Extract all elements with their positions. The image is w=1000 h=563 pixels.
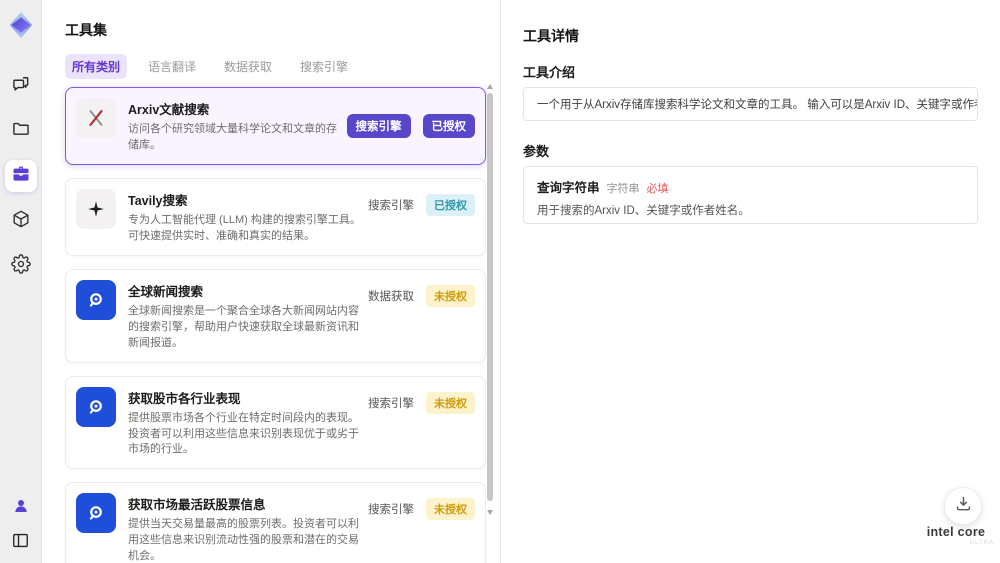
tool-card[interactable]: 全球新闻搜索 全球新闻搜索是一个聚合全球各大新闻网站内容的搜索引擎，帮助用户快速…	[65, 268, 486, 363]
intro-text: 一个用于从Arxiv存储库搜索科学论文和文章的工具。 输入可以是Arxiv ID…	[537, 99, 978, 111]
intel-core-logo: intel core	[918, 525, 994, 539]
tool-category-label: 搜索引擎	[368, 397, 414, 410]
category-tab[interactable]: 所有类别	[65, 54, 128, 79]
blue-search-icon	[76, 493, 116, 534]
tool-card-list: Arxiv文献搜索 访问各个研究领域大量科学论文和文章的存储库。 搜索引擎 已授…	[65, 87, 486, 563]
tool-status-badge: 未授权	[426, 391, 475, 414]
blue-search-icon	[76, 279, 116, 320]
tool-title: 获取股市各行业表现	[128, 391, 241, 406]
tavily-icon	[76, 188, 116, 229]
tool-card[interactable]: Arxiv文献搜索 访问各个研究领域大量科学论文和文章的存储库。 搜索引擎 已授…	[65, 87, 486, 165]
category-tab[interactable]: 搜索引擎	[293, 54, 355, 79]
category-tabs: 所有类别 语言翻译 数据获取 搜索引擎	[65, 54, 355, 79]
tool-status-badge: 未授权	[426, 284, 475, 307]
tool-title: Arxiv文献搜索	[128, 103, 210, 117]
tool-description: 访问各个研究领域大量科学论文和文章的存储库。	[128, 123, 337, 151]
arxiv-icon	[76, 98, 116, 138]
tools-panel-title: 工具集	[65, 22, 107, 38]
params-section-heading: 参数	[523, 144, 550, 159]
sidebar-item-chat[interactable]	[5, 70, 37, 102]
chat-icon	[11, 74, 31, 99]
parameter-type: 字符串	[606, 183, 640, 195]
tool-title: 全球新闻搜索	[128, 284, 204, 299]
tool-description: 全球新闻搜索是一个聚合全球各大新闻网站内容的搜索引擎，帮助用户快速获取全球最新资…	[128, 304, 359, 349]
intro-box: 一个用于从Arxiv存储库搜索科学论文和文章的工具。 输入可以是Arxiv ID…	[523, 87, 978, 121]
parameter-required-flag: 必填	[646, 183, 669, 195]
tool-description: 提供股票市场各个行业在特定时间段内的表现。投资者可以利用这些信息来识别表现优于或…	[128, 411, 359, 456]
tool-card-body: 获取市场最活跃股票信息 提供当天交易量最高的股票列表。投资者可以利用这些信息来识…	[128, 493, 362, 563]
category-tab[interactable]: 语言翻译	[141, 54, 203, 79]
tool-category-label: 搜索引擎	[346, 113, 411, 138]
folder-icon	[11, 119, 31, 144]
tool-card-body: Tavily搜索 专为人工智能代理 (LLM) 构建的搜索引擎工具。可快速提供实…	[128, 189, 362, 245]
user-avatar-icon[interactable]	[8, 493, 34, 519]
tool-title: 获取市场最活跃股票信息	[128, 498, 266, 513]
settings-icon	[10, 253, 31, 279]
tool-description: 专为人工智能代理 (LLM) 构建的搜索引擎工具。可快速提供实时、准确和真实的结…	[128, 213, 361, 242]
sidebar-item-packages[interactable]	[5, 205, 37, 237]
panel-toggle-icon[interactable]	[8, 527, 34, 553]
tool-card-meta: 搜索引擎 未授权	[368, 391, 475, 414]
tool-category-label: 数据获取	[368, 290, 414, 303]
details-panel-title: 工具详情	[523, 28, 579, 44]
download-icon	[954, 494, 973, 518]
tool-details-panel: 工具详情 工具介绍 一个用于从Arxiv存储库搜索科学论文和文章的工具。 输入可…	[501, 0, 1000, 563]
blue-search-icon	[76, 386, 116, 427]
brand-text: intel core	[926, 525, 986, 539]
brand-sub-text: ULTRA	[969, 540, 994, 546]
sidebar-item-folder[interactable]	[5, 115, 37, 147]
tools-panel: 工具集 所有类别 语言翻译 数据获取 搜索引擎 Arxiv文献搜索 访问各个研究领域大…	[43, 0, 500, 563]
tool-card-meta: 数据获取 未授权	[368, 284, 475, 307]
tool-card-body: 获取股市各行业表现 提供股票市场各个行业在特定时间段内的表现。投资者可以利用这些…	[128, 387, 362, 459]
tool-status-badge: 未授权	[426, 498, 475, 521]
tools-icon	[11, 164, 31, 189]
tool-card[interactable]: Tavily搜索 专为人工智能代理 (LLM) 构建的搜索引擎工具。可快速提供实…	[65, 177, 486, 256]
packages-icon	[11, 209, 31, 234]
tool-category-label: 搜索引擎	[368, 504, 414, 517]
intro-section-heading: 工具介绍	[523, 65, 576, 80]
parameter-header: 查询字符串 字符串 必填	[537, 177, 964, 196]
scrollbar[interactable]	[486, 84, 494, 563]
download-button[interactable]	[944, 487, 982, 525]
sidebar-nav	[4, 70, 37, 282]
parameter-box: 查询字符串 字符串 必填 用于搜索的Arxiv ID、关键字或作者姓名。	[523, 166, 978, 224]
tool-card[interactable]: 获取股市各行业表现 提供股票市场各个行业在特定时间段内的表现。投资者可以利用这些…	[65, 375, 486, 470]
app-logo-icon[interactable]	[6, 10, 36, 40]
tool-card-meta: 搜索引擎 已授权	[346, 113, 475, 138]
tool-description: 提供当天交易量最高的股票列表。投资者可以利用这些信息来识别流动性强的股票和潜在的…	[128, 518, 359, 563]
tool-card-body: Arxiv文献搜索 访问各个研究领域大量科学论文和文章的存储库。	[128, 98, 341, 154]
scrollbar-down-arrow-icon[interactable]	[487, 510, 493, 515]
tool-status-badge: 已授权	[426, 193, 475, 216]
tool-status-badge: 已授权	[422, 113, 475, 138]
sidebar-item-tools[interactable]	[4, 160, 37, 192]
sidebar-bottom	[8, 493, 34, 553]
tool-category-label: 搜索引擎	[368, 199, 414, 212]
category-tab[interactable]: 数据获取	[217, 54, 279, 79]
app-window: 工具集 所有类别 语言翻译 数据获取 搜索引擎 Arxiv文献搜索 访问各个研究领域大…	[0, 0, 1000, 563]
tool-title: Tavily搜索	[128, 193, 188, 208]
sidebar-item-settings[interactable]	[5, 250, 37, 282]
tool-card-meta: 搜索引擎 已授权	[368, 193, 475, 216]
parameter-name: 查询字符串	[537, 181, 600, 195]
parameter-description: 用于搜索的Arxiv ID、关键字或作者姓名。	[537, 205, 750, 217]
scrollbar-up-arrow-icon[interactable]	[487, 84, 493, 89]
scrollbar-thumb[interactable]	[487, 93, 493, 501]
tool-card-meta: 搜索引擎 未授权	[368, 498, 475, 521]
sidebar	[0, 0, 42, 563]
tool-card[interactable]: 获取市场最活跃股票信息 提供当天交易量最高的股票列表。投资者可以利用这些信息来识…	[65, 482, 486, 563]
tool-card-body: 全球新闻搜索 全球新闻搜索是一个聚合全球各大新闻网站内容的搜索引擎，帮助用户快速…	[128, 280, 362, 352]
